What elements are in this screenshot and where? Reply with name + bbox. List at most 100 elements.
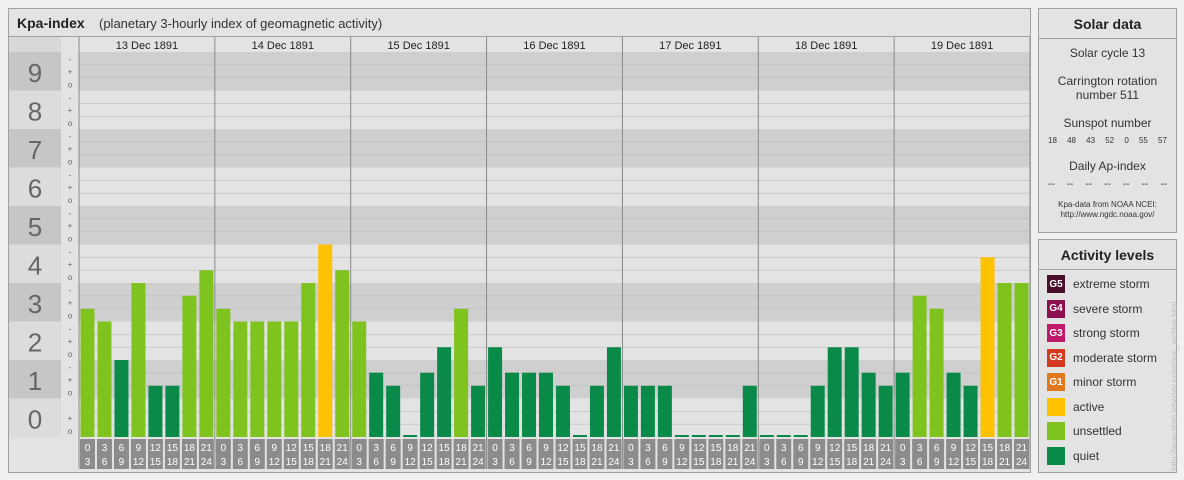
interval-start-label: 12 <box>965 443 977 454</box>
level-band <box>79 90 1030 129</box>
y-tick-label: 0 <box>28 405 42 435</box>
interval-start-label: 6 <box>798 443 804 454</box>
interval-start-label: 9 <box>407 443 413 454</box>
kpa-bar <box>318 244 333 437</box>
day-label: 18 Dec 1891 <box>795 40 857 52</box>
interval-end-label: 12 <box>676 457 688 468</box>
interval-end-label: 18 <box>710 457 722 468</box>
sunspot-number-title: Sunspot number <box>1063 116 1152 130</box>
legend-item: G5 extreme storm <box>1047 274 1150 294</box>
activity-levels-header: Activity levels <box>1039 240 1176 270</box>
interval-start-label: 3 <box>645 443 651 454</box>
interval-end-label: 6 <box>238 457 244 468</box>
legend-label: quiet <box>1073 448 1100 463</box>
kpa-bar <box>572 435 587 437</box>
legend-swatch: G4 <box>1047 299 1065 318</box>
legend-swatch: G5 <box>1047 275 1065 293</box>
interval-end-label: 24 <box>337 457 349 468</box>
level-band <box>79 244 1030 283</box>
interval-start-label: 18 <box>727 443 739 454</box>
kpa-bar <box>776 435 791 437</box>
interval-end-label: 21 <box>184 457 196 468</box>
fraction-mark: + <box>68 299 73 308</box>
interval-end-label: 15 <box>422 457 434 468</box>
interval-start-label: 6 <box>255 443 261 454</box>
interval-start-label: 3 <box>917 443 923 454</box>
legend-item: G1 minor storm <box>1047 372 1136 392</box>
kpa-chart-panel: Kpa-index (planetary 3-hourly index of g… <box>8 8 1031 473</box>
fraction-mark: + <box>68 68 73 77</box>
fraction-mark: o <box>68 427 73 436</box>
legend-label: minor storm <box>1073 375 1137 389</box>
interval-start-label: 0 <box>221 443 227 454</box>
interval-start-label: 9 <box>136 443 142 454</box>
fraction-mark: - <box>69 132 72 141</box>
interval-end-label: 15 <box>829 457 841 468</box>
kpa-bar <box>233 321 248 437</box>
interval-start-label: 15 <box>167 443 179 454</box>
interval-start-label: 21 <box>744 443 756 454</box>
fraction-mark: o <box>68 350 73 359</box>
interval-end-label: 9 <box>798 457 804 468</box>
interval-start-label: 18 <box>591 443 603 454</box>
interval-start-label: 12 <box>422 443 434 454</box>
kpa-bar <box>963 385 978 437</box>
fraction-mark: + <box>68 183 73 192</box>
interval-start-label: 21 <box>880 443 892 454</box>
fraction-mark: o <box>68 273 73 282</box>
kpa-bar <box>114 360 129 437</box>
legend-item: quiet <box>1047 446 1099 466</box>
legend-item: unsettled <box>1047 421 1122 441</box>
interval-start-label: 15 <box>303 443 315 454</box>
interval-end-label: 18 <box>846 457 858 468</box>
interval-end-label: 9 <box>119 457 125 468</box>
interval-end-label: 12 <box>133 457 145 468</box>
interval-end-label: 24 <box>880 457 892 468</box>
kpa-bar <box>878 385 893 437</box>
interval-start-label: 18 <box>999 443 1011 454</box>
day-label: 15 Dec 1891 <box>387 40 449 52</box>
kpa-bar <box>657 385 672 437</box>
sunspot-value: 43 <box>1086 136 1096 145</box>
legend-label: strong storm <box>1073 326 1140 340</box>
interval-end-label: 6 <box>102 457 108 468</box>
interval-end-label: 21 <box>456 457 468 468</box>
interval-start-label: 18 <box>456 443 468 454</box>
fraction-mark: + <box>68 106 73 115</box>
interval-end-label: 6 <box>373 457 379 468</box>
interval-end-label: 24 <box>1016 457 1028 468</box>
kpa-bar <box>148 385 163 437</box>
legend-swatch <box>1047 422 1065 440</box>
interval-end-label: 3 <box>900 457 906 468</box>
kpa-bar <box>522 372 537 437</box>
kpa-bar <box>488 347 503 437</box>
kpa-bar <box>742 385 757 437</box>
interval-start-label: 18 <box>320 443 332 454</box>
kpa-bar <box>691 435 706 437</box>
interval-end-label: 21 <box>999 457 1011 468</box>
kpa-bar <box>369 372 384 437</box>
interval-start-label: 9 <box>543 443 549 454</box>
kpa-bar <box>556 385 570 437</box>
interval-start-label: 18 <box>863 443 875 454</box>
interval-start-label: 15 <box>574 443 586 454</box>
interval-end-label: 18 <box>303 457 315 468</box>
kpa-bar <box>997 283 1012 437</box>
interval-start-label: 0 <box>492 443 498 454</box>
sunspot-value: 48 <box>1067 136 1076 145</box>
kpa-bar <box>250 321 265 437</box>
interval-end-label: 6 <box>917 457 923 468</box>
interval-start-label: 3 <box>509 443 515 454</box>
fraction-mark: + <box>68 260 73 269</box>
interval-start-label: 12 <box>286 443 298 454</box>
kpa-bar <box>352 321 367 437</box>
interval-end-label: 15 <box>286 457 298 468</box>
interval-start-label: 6 <box>119 443 125 454</box>
kpa-bar <box>912 295 927 437</box>
legend-item: G3 strong storm <box>1047 323 1140 343</box>
kpa-bar <box>471 385 486 437</box>
kpa-bar <box>589 385 604 437</box>
ap-value: -- <box>1085 179 1093 190</box>
fraction-mark: o <box>68 235 73 244</box>
level-band <box>79 206 1030 245</box>
